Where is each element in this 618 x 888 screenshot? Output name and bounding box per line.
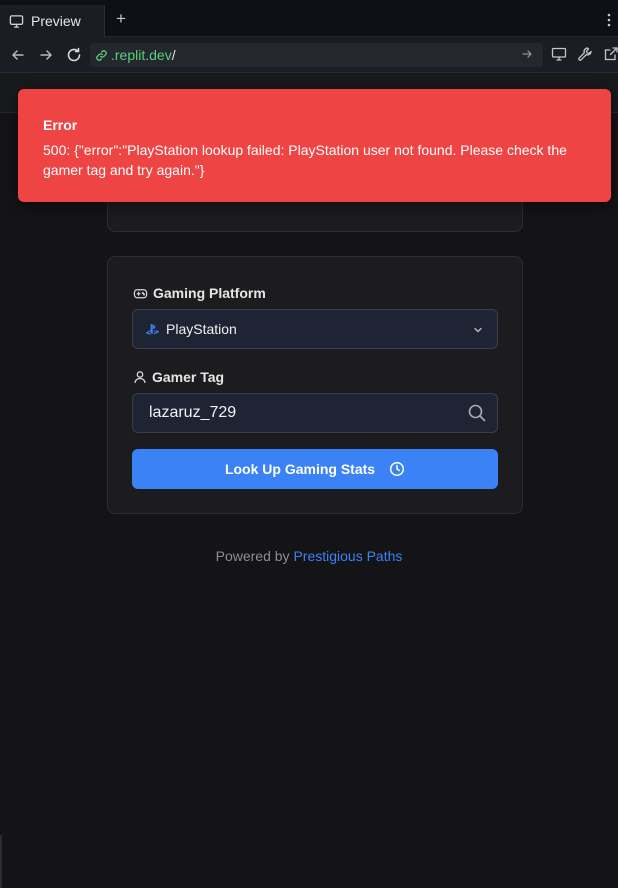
- platform-label-text: Gaming Platform: [153, 285, 266, 301]
- go-arrow-icon[interactable]: [521, 47, 537, 63]
- toast-message: 500: {"error":"PlayStation lookup failed…: [43, 142, 567, 178]
- lookup-stats-button[interactable]: Look Up Gaming Stats: [132, 449, 498, 489]
- gamer-tag-label: Gamer Tag: [133, 369, 224, 385]
- search-icon[interactable]: [467, 403, 487, 428]
- window-edge: [0, 835, 2, 888]
- monitor-icon[interactable]: [551, 46, 569, 64]
- url-text: .replit.dev/: [111, 47, 176, 63]
- new-tab-button[interactable]: +: [112, 10, 130, 28]
- gamer-tag-value: lazaruz_729: [149, 404, 237, 421]
- arrow-right-icon[interactable]: [37, 46, 55, 64]
- arrow-left-icon[interactable]: [9, 46, 27, 64]
- url-path: /: [171, 47, 176, 63]
- user-icon: [133, 370, 147, 384]
- gamer-tag-input[interactable]: lazaruz_729: [132, 393, 498, 433]
- browser-tab-bar: Preview +: [0, 0, 618, 37]
- platform-select[interactable]: PlayStation: [132, 309, 498, 349]
- footer-prefix: Powered by: [215, 548, 294, 564]
- tab-label: Preview: [31, 13, 81, 29]
- url-domain: .replit.dev: [111, 47, 172, 63]
- lookup-stats-button-label: Look Up Gaming Stats: [224, 461, 376, 477]
- gamepad-icon: [133, 286, 148, 301]
- footer-link[interactable]: Prestigious Paths: [293, 548, 402, 564]
- chevron-down-icon: [472, 323, 484, 341]
- platform-label: Gaming Platform: [133, 285, 266, 301]
- clock-icon: [389, 461, 405, 477]
- error-toast[interactable]: Error 500: {"error":"PlayStation lookup …: [18, 89, 611, 202]
- url-field[interactable]: .replit.dev/: [90, 43, 543, 67]
- external-link-icon[interactable]: [603, 46, 618, 64]
- app-root: Preview + .replit.dev/ Gaming Platform P…: [0, 0, 618, 888]
- toast-title: Error: [43, 117, 78, 133]
- more-vertical-icon[interactable]: [606, 10, 616, 30]
- lookup-form-card: Gaming Platform PlayStation Gamer Tag la…: [107, 256, 523, 514]
- wrench-icon[interactable]: [577, 46, 595, 64]
- reload-icon[interactable]: [65, 46, 83, 64]
- footer: Powered by Prestigious Paths: [0, 548, 618, 564]
- link-icon: [95, 49, 108, 62]
- browser-address-bar: .replit.dev/: [0, 37, 618, 73]
- monitor-icon: [9, 14, 24, 29]
- gamer-tag-label-text: Gamer Tag: [152, 369, 225, 385]
- playstation-icon: [145, 323, 160, 336]
- platform-select-value: PlayStation: [166, 321, 237, 337]
- tab-preview[interactable]: Preview: [0, 5, 105, 37]
